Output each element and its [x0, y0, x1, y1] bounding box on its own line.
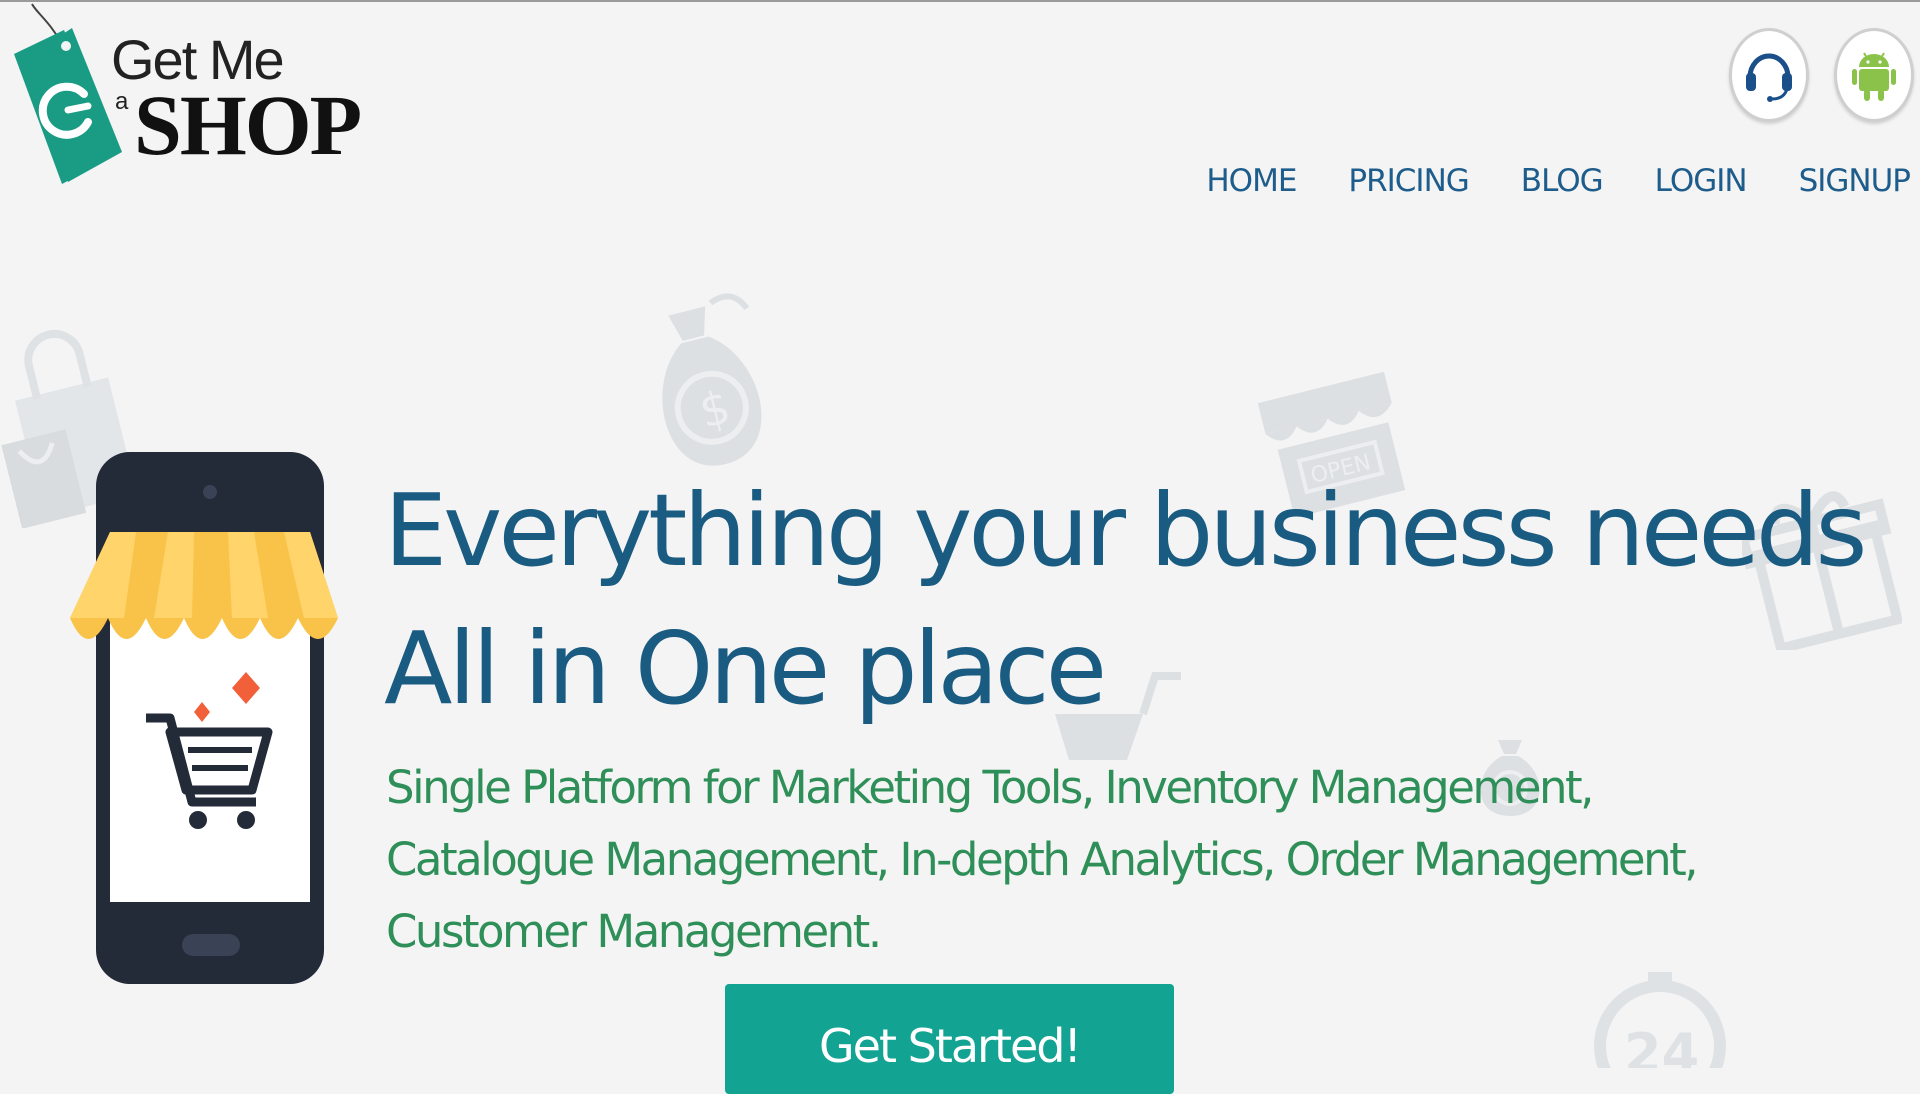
nav-login[interactable]: LOGIN [1655, 158, 1748, 204]
nav-home[interactable]: HOME [1206, 158, 1297, 204]
get-started-label: Get Started! [819, 1019, 1082, 1073]
android-icon [1852, 52, 1896, 101]
hero-title: Everything your business needs All in On… [384, 462, 1867, 738]
brand-logo[interactable]: Get Me a SHOP [14, 2, 362, 192]
hero-subtitle: Single Platform for Marketing Tools, Inv… [386, 761, 1699, 958]
logo-text-a: a [115, 88, 129, 115]
clock-24-deco-icon: 24 [1594, 972, 1726, 1068]
phone-shop-illustration [70, 452, 338, 984]
nav-signup[interactable]: SIGNUP [1799, 158, 1911, 204]
clock-number-text: 24 [1624, 1022, 1699, 1068]
headset-icon [1746, 53, 1792, 102]
nav-pricing[interactable]: PRICING [1348, 158, 1469, 204]
android-app-button[interactable] [1834, 28, 1914, 122]
money-bag-deco-icon: $ [662, 293, 762, 466]
main-nav: HOME PRICING BLOG LOGIN SIGNUP [1206, 158, 1911, 204]
logo-text-shop: SHOP [134, 77, 362, 173]
hero-title-line-2: All in One place [384, 610, 1107, 727]
nav-blog[interactable]: BLOG [1521, 158, 1604, 204]
support-button[interactable] [1729, 28, 1809, 122]
hero-title-line-1: Everything your business needs [384, 472, 1867, 589]
get-started-button[interactable]: Get Started! [725, 984, 1174, 1094]
